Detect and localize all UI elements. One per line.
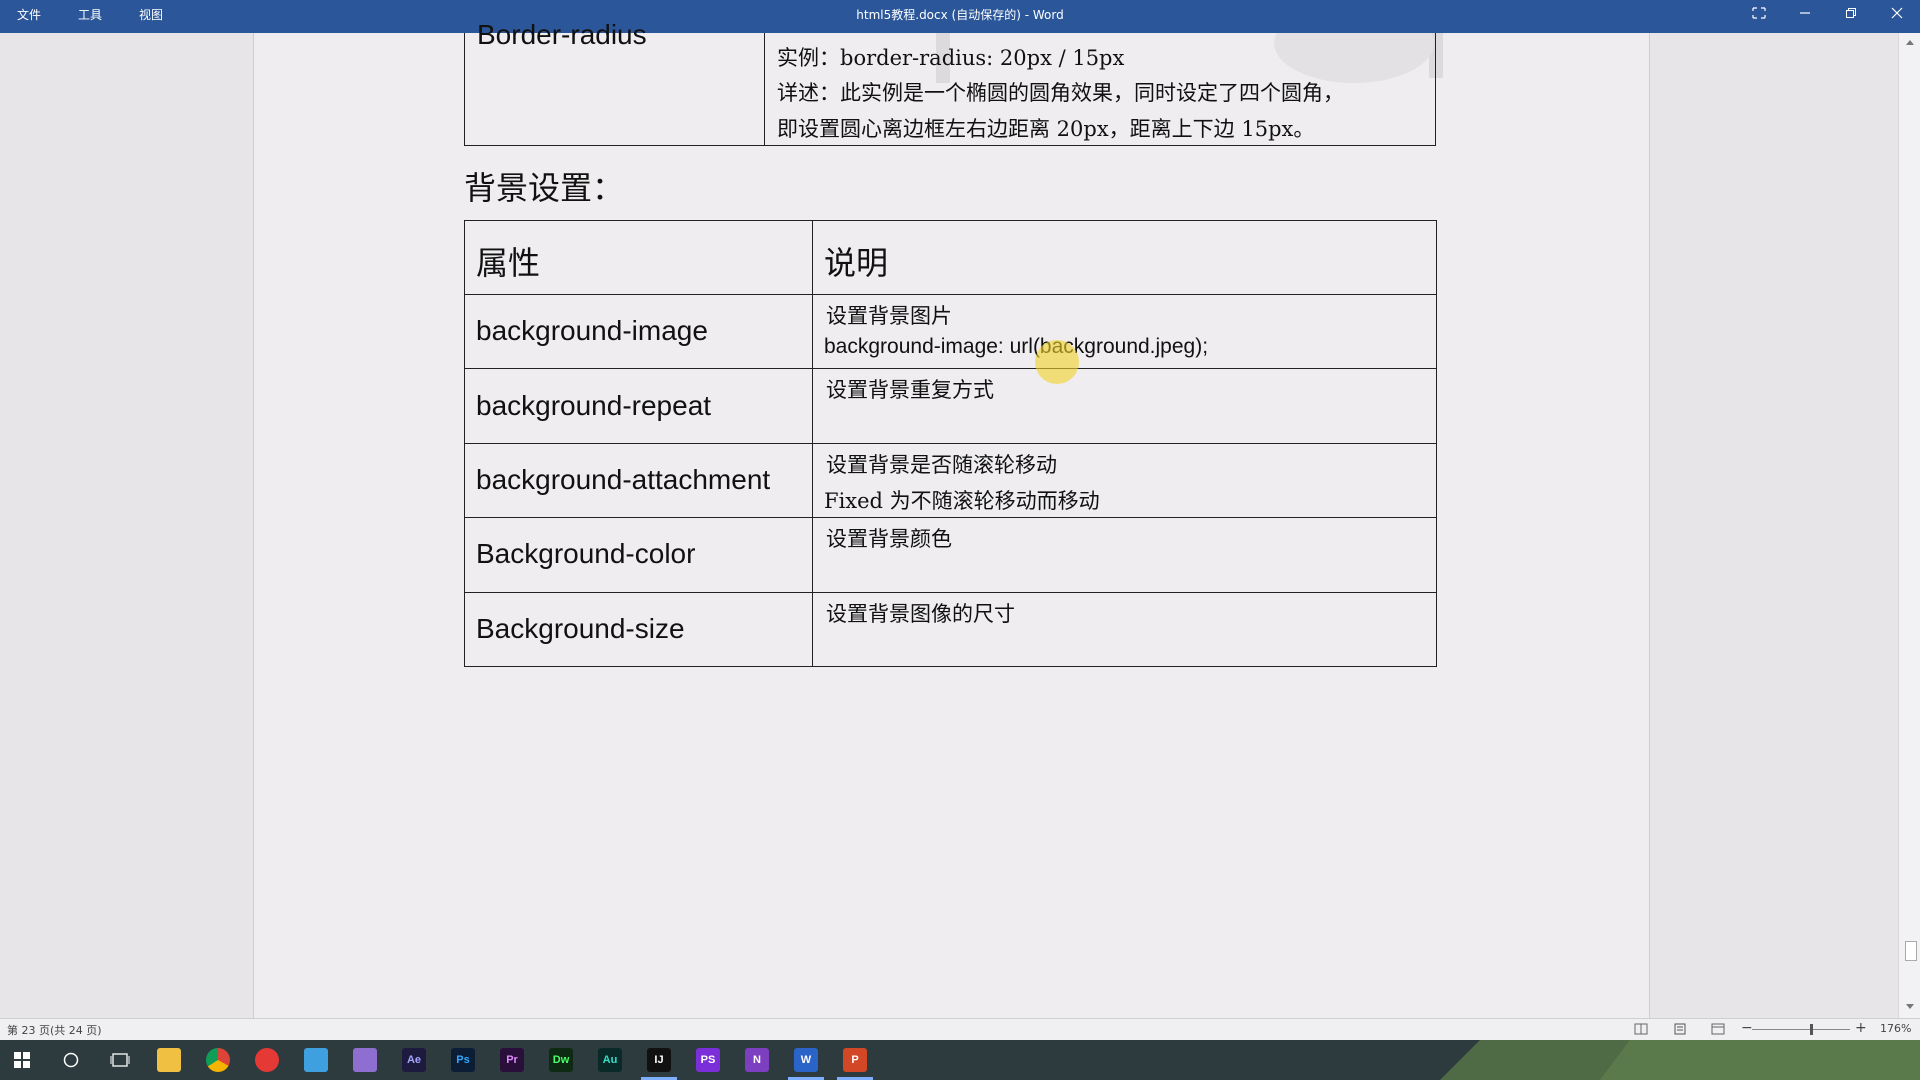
close-icon[interactable]	[1874, 0, 1920, 31]
visual-studio-icon[interactable]	[353, 1048, 377, 1072]
chrome-icon[interactable]	[206, 1048, 230, 1072]
table-row-description: 设置背景图像的尺寸	[826, 602, 1015, 626]
document-page[interactable]: Border-radius 实例：border-radius: 20px / 1…	[254, 19, 1649, 1018]
background-table: 属性 说明 background-image 设置背景图片 background…	[464, 220, 1437, 667]
full-screen-icon[interactable]	[1736, 0, 1782, 31]
table-row-property: Background-size	[476, 613, 685, 644]
border-radius-detail-2: 即设置圆心离边框左右边距离 20px，距离上下边 15px。	[777, 117, 1315, 141]
search-circle-icon[interactable]	[63, 1052, 79, 1068]
wallpaper-decoration	[1440, 1040, 1920, 1080]
page-info[interactable]: 第 23 页(共 24 页)	[7, 1022, 102, 1038]
intellij-icon[interactable]: IJ	[647, 1048, 671, 1072]
table-row-description: 设置背景图片	[826, 304, 952, 328]
phpstorm-icon[interactable]: PS	[696, 1048, 720, 1072]
table-row-property: Background-color	[476, 538, 696, 569]
border-radius-table: Border-radius 实例：border-radius: 20px / 1…	[464, 19, 1436, 146]
scrollbar-thumb[interactable]	[1905, 941, 1917, 961]
right-margin	[1649, 33, 1899, 1018]
status-bar: 第 23 页(共 24 页) − + 176%	[0, 1018, 1920, 1041]
table-row-property: background-image	[476, 315, 708, 346]
zoom-in-icon[interactable]: +	[1855, 1020, 1867, 1036]
border-radius-example: 实例：border-radius: 20px / 15px	[777, 46, 1125, 70]
onenote-icon[interactable]: N	[745, 1048, 769, 1072]
taskbar: Ae Ps Pr Dw Au IJ PS N W P	[0, 1040, 1920, 1080]
border-radius-property: Border-radius	[477, 19, 647, 50]
header-description: 说明	[824, 244, 889, 282]
zoom-slider[interactable]	[1752, 1029, 1850, 1030]
network-app-icon[interactable]	[304, 1048, 328, 1072]
word-icon[interactable]: W	[794, 1048, 818, 1072]
dreamweaver-icon[interactable]: Dw	[549, 1048, 573, 1072]
zoom-level[interactable]: 176%	[1880, 1022, 1911, 1035]
table-row-property: background-attachment	[476, 464, 771, 495]
minimize-icon[interactable]	[1782, 0, 1828, 31]
task-view-icon[interactable]	[110, 1052, 130, 1068]
cursor-highlight	[1035, 340, 1079, 384]
document-area[interactable]: Border-radius 实例：border-radius: 20px / 1…	[0, 19, 1899, 1018]
restore-icon[interactable]	[1828, 0, 1874, 31]
title-bar: 文件 工具 视图 html5教程.docx (自动保存的) - Word	[0, 0, 1920, 33]
web-layout-icon[interactable]	[1711, 1023, 1727, 1035]
menu-view[interactable]: 视图	[139, 0, 163, 33]
left-margin	[0, 33, 254, 1018]
vertical-scrollbar[interactable]	[1898, 33, 1920, 1018]
menu-file[interactable]: 文件	[17, 0, 41, 33]
scroll-up-icon[interactable]	[1905, 38, 1915, 46]
table-row-note: Fixed 为不随滚轮移动而移动	[824, 489, 1100, 513]
netease-music-icon[interactable]	[255, 1048, 279, 1072]
zoom-out-icon[interactable]: −	[1741, 1020, 1753, 1036]
zoom-slider-thumb[interactable]	[1810, 1024, 1813, 1035]
premiere-icon[interactable]: Pr	[500, 1048, 524, 1072]
section-heading: 背景设置：	[464, 170, 625, 206]
read-mode-icon[interactable]	[1634, 1023, 1648, 1035]
print-layout-icon[interactable]	[1673, 1023, 1687, 1035]
table-row-code: background-image: url(background.jpeg);	[824, 335, 1209, 358]
windows-start-icon[interactable]	[14, 1052, 30, 1068]
table-row-description: 设置背景是否随滚轮移动	[826, 453, 1057, 477]
table-row-description: 设置背景颜色	[826, 527, 952, 551]
scroll-down-icon[interactable]	[1905, 1003, 1915, 1011]
table-row-description: 设置背景重复方式	[826, 378, 994, 402]
powerpoint-icon[interactable]: P	[843, 1048, 867, 1072]
audition-icon[interactable]: Au	[598, 1048, 622, 1072]
header-property: 属性	[476, 244, 541, 282]
file-explorer-icon[interactable]	[157, 1048, 181, 1072]
border-radius-detail-1: 详述：此实例是一个椭圆的圆角效果，同时设定了四个圆角，	[777, 81, 1344, 105]
after-effects-icon[interactable]: Ae	[402, 1048, 426, 1072]
table-row-property: background-repeat	[476, 390, 712, 421]
photoshop-icon[interactable]: Ps	[451, 1048, 475, 1072]
window-title: html5教程.docx (自动保存的) - Word	[856, 8, 1064, 22]
menu-tools[interactable]: 工具	[78, 0, 102, 33]
